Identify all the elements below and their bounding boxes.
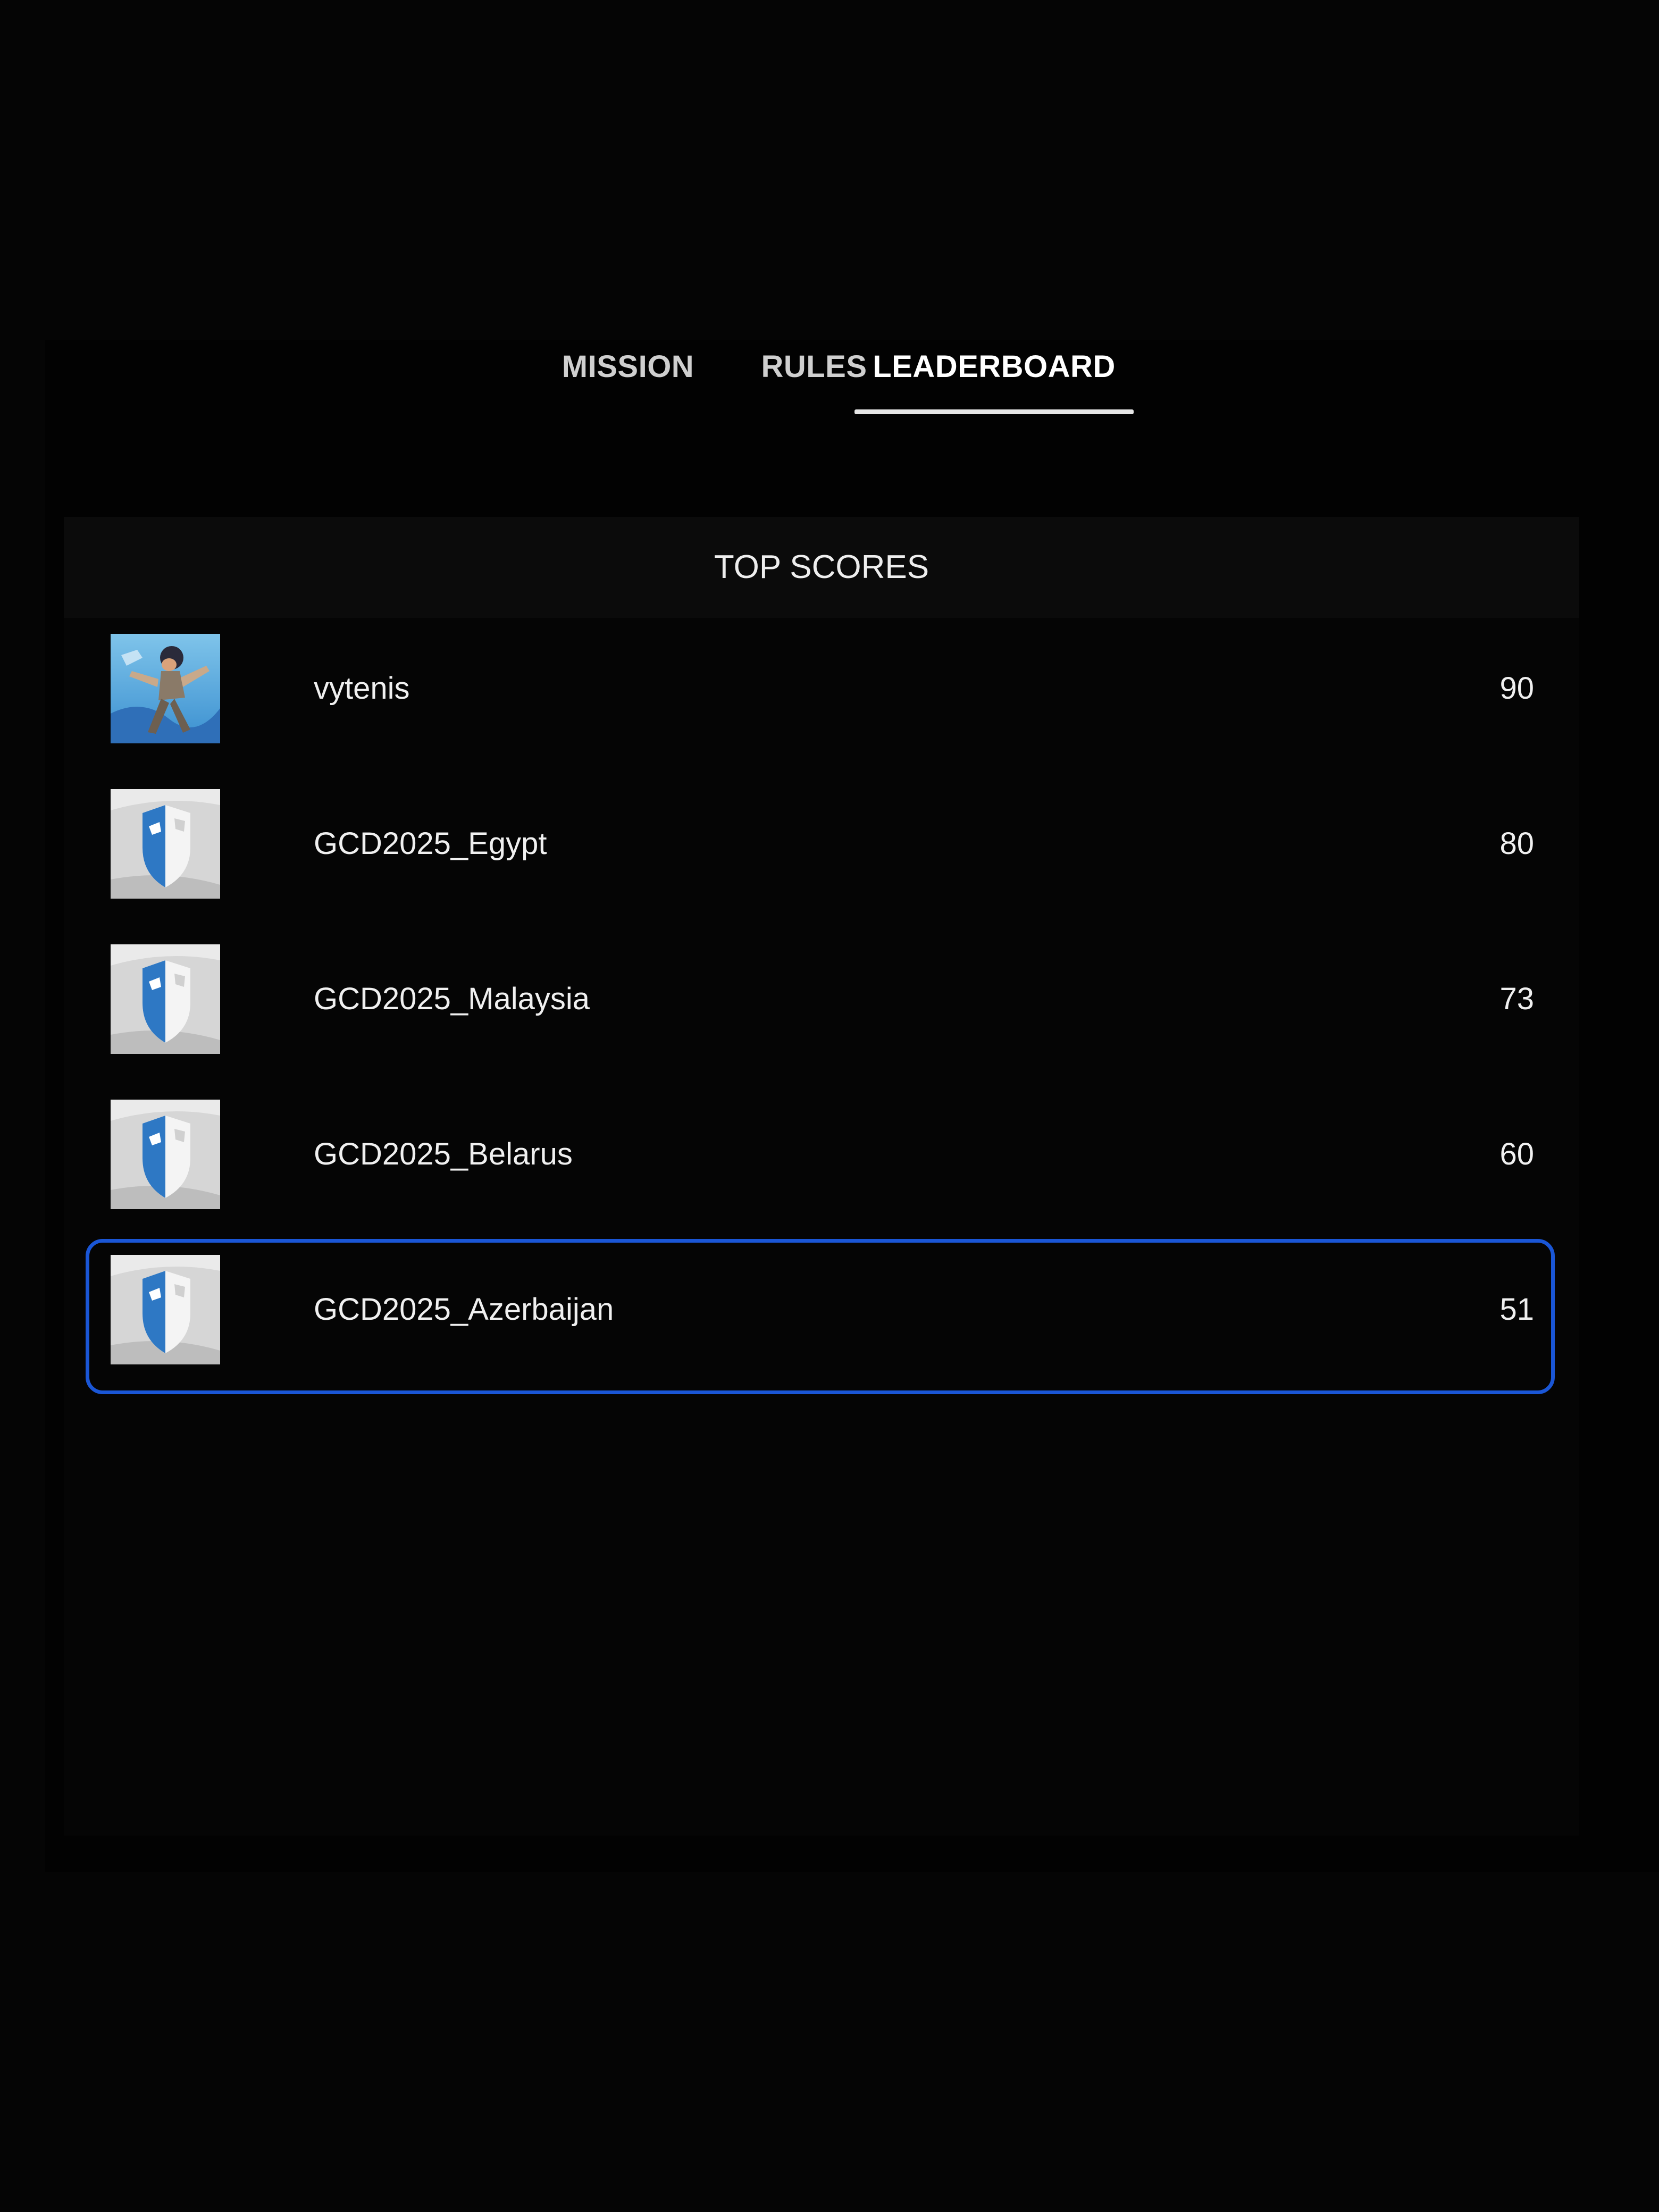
tab-leaderboard[interactable]: LEADERBOARD: [854, 340, 1134, 415]
player-name: GCD2025_Egypt: [314, 826, 547, 861]
player-score: 90: [1499, 671, 1534, 706]
shield-logo-icon: [111, 944, 220, 1054]
leaderboard-row[interactable]: GCD2025_Malaysia 73: [64, 928, 1579, 1084]
leaderboard-row-current-player[interactable]: GCD2025_Azerbaijan 51: [64, 1239, 1579, 1394]
shield-logo-icon: [111, 1255, 220, 1364]
character-avatar-icon: [111, 634, 220, 743]
player-name: vytenis: [314, 671, 410, 706]
card-header: TOP SCORES: [64, 517, 1579, 618]
leaderboard-row[interactable]: vytenis 90: [64, 618, 1579, 773]
page: MISSION RULES LEADERBOARD TOP SCORES vyt…: [0, 0, 1659, 2212]
player-score: 73: [1499, 982, 1534, 1016]
card-title: TOP SCORES: [714, 549, 929, 585]
shield-logo-icon: [111, 1100, 220, 1209]
player-name: GCD2025_Malaysia: [314, 982, 590, 1016]
player-score: 60: [1499, 1137, 1534, 1171]
challenge-panel: MISSION RULES LEADERBOARD TOP SCORES vyt…: [45, 340, 1659, 1872]
top-scores-card: TOP SCORES vytenis 90 GCD2025_Egypt 80 G…: [64, 517, 1579, 1836]
active-tab-indicator: [854, 409, 1134, 414]
leaderboard-row[interactable]: GCD2025_Belarus 60: [64, 1084, 1579, 1239]
tab-bar: MISSION RULES LEADERBOARD: [45, 340, 1659, 420]
player-name: GCD2025_Azerbaijan: [314, 1292, 614, 1327]
player-name: GCD2025_Belarus: [314, 1137, 573, 1171]
player-score: 80: [1499, 826, 1534, 861]
tab-mission[interactable]: MISSION: [538, 340, 718, 415]
shield-logo-icon: [111, 789, 220, 899]
player-score: 51: [1499, 1292, 1534, 1327]
leaderboard-row[interactable]: GCD2025_Egypt 80: [64, 773, 1579, 928]
